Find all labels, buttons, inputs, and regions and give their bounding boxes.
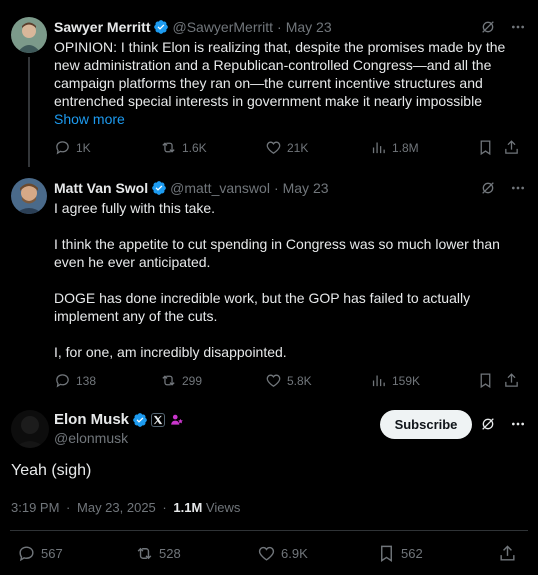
subscribe-button[interactable]: Subscribe bbox=[380, 410, 472, 439]
tweet-full-date[interactable]: May 23, 2025 bbox=[77, 500, 156, 515]
share-button[interactable] bbox=[498, 544, 517, 563]
author-handle[interactable]: @matt_vanswol bbox=[170, 180, 270, 196]
bookmark-icon bbox=[480, 140, 491, 156]
author-name[interactable]: Sawyer Merritt bbox=[54, 19, 150, 35]
tweet-line: OPINION: I think Elon is realizing that,… bbox=[54, 39, 506, 55]
tweet-line: implement any of the cuts. bbox=[54, 308, 218, 324]
repost-count: 299 bbox=[182, 373, 203, 388]
views-label: Views bbox=[205, 500, 241, 515]
repost-button[interactable]: 1.6K bbox=[160, 139, 207, 156]
bookmark-button[interactable]: 562 bbox=[377, 544, 423, 563]
verified-badge-icon bbox=[153, 19, 169, 35]
tweet-line: even he ever anticipated. bbox=[54, 254, 211, 270]
views-button[interactable]: 1.8M bbox=[370, 139, 419, 156]
like-count: 5.8K bbox=[287, 373, 312, 388]
reply-icon bbox=[19, 546, 34, 562]
tweet-line: campaign platforms they ran on—the curre… bbox=[54, 75, 483, 91]
tweet-paragraph: I, for one, am incredibly disappointed. bbox=[54, 344, 287, 360]
separator: · bbox=[273, 180, 279, 196]
reply-button[interactable]: 1K bbox=[54, 139, 91, 156]
views-icon bbox=[372, 375, 385, 387]
views-icon bbox=[372, 142, 385, 154]
bookmark-count: 562 bbox=[401, 546, 423, 561]
repost-icon bbox=[137, 547, 152, 560]
divider bbox=[10, 530, 528, 531]
separator: · bbox=[66, 500, 71, 515]
tweet-matt-van-swol[interactable]: Matt Van Swol @matt_vanswol · May 23 I a… bbox=[0, 170, 538, 400]
grok-icon[interactable] bbox=[480, 416, 496, 437]
verified-badge-icon bbox=[132, 412, 148, 428]
reply-button[interactable]: 138 bbox=[54, 372, 96, 389]
view-count: 1.8M bbox=[392, 140, 419, 155]
reply-icon bbox=[56, 141, 69, 155]
views-count: 1.1M bbox=[173, 500, 203, 515]
thread-connector bbox=[28, 57, 30, 167]
avatar[interactable] bbox=[11, 178, 47, 214]
tweet-time[interactable]: 3:19 PM bbox=[11, 500, 59, 515]
author-handle[interactable]: @SawyerMerritt bbox=[172, 19, 273, 35]
tweet-paragraph: I agree fully with this take. bbox=[54, 200, 216, 216]
share-button[interactable] bbox=[503, 139, 520, 156]
share-icon bbox=[505, 373, 518, 387]
author-handle[interactable]: @elonmusk bbox=[54, 430, 128, 446]
grok-icon[interactable] bbox=[480, 180, 496, 201]
tweet-text: I agree fully with this take. I think th… bbox=[54, 199, 532, 361]
x-affiliate-badge-icon[interactable] bbox=[151, 412, 166, 427]
tweet-date[interactable]: May 23 bbox=[283, 180, 329, 196]
author-name[interactable]: Matt Van Swol bbox=[54, 180, 148, 196]
repost-count: 1.6K bbox=[182, 140, 207, 155]
heart-icon bbox=[266, 141, 281, 154]
repost-button[interactable]: 528 bbox=[135, 544, 181, 563]
tweet-line: entrenched special interests in governme… bbox=[54, 93, 482, 109]
repost-count: 528 bbox=[159, 546, 181, 561]
bookmark-icon bbox=[480, 373, 491, 389]
tweet-line: new administration and a Republican-cont… bbox=[54, 57, 492, 73]
more-options-icon[interactable] bbox=[510, 19, 526, 40]
tweet-line: I think the appetite to cut spending in … bbox=[54, 236, 500, 252]
tweet-text: OPINION: I think Elon is realizing that,… bbox=[54, 38, 532, 128]
bookmark-button[interactable] bbox=[477, 139, 494, 156]
like-count: 21K bbox=[287, 140, 309, 155]
tweet-metadata: 3:19 PM · May 23, 2025 · 1.1M Views bbox=[11, 500, 240, 515]
repost-icon bbox=[162, 142, 175, 153]
tweet-line: DOGE has done incredible work, but the G… bbox=[54, 290, 471, 306]
like-button[interactable]: 6.9K bbox=[257, 544, 308, 563]
more-options-icon[interactable] bbox=[510, 180, 526, 201]
avatar[interactable] bbox=[11, 17, 47, 53]
repost-icon bbox=[162, 375, 175, 386]
like-button[interactable]: 5.8K bbox=[265, 372, 312, 389]
tweet-date[interactable]: May 23 bbox=[286, 19, 332, 35]
reply-count: 138 bbox=[76, 373, 97, 388]
heart-icon bbox=[258, 546, 275, 561]
views-button[interactable]: 159K bbox=[370, 372, 420, 389]
author-name[interactable]: Elon Musk bbox=[54, 411, 129, 428]
separator: · bbox=[162, 500, 167, 515]
bookmark-icon bbox=[381, 545, 392, 562]
share-button[interactable] bbox=[503, 372, 520, 389]
bookmark-button[interactable] bbox=[477, 372, 494, 389]
view-count: 159K bbox=[392, 373, 421, 388]
tweet-sawyer-merritt[interactable]: Sawyer Merritt @SawyerMerritt · May 23 O… bbox=[0, 0, 538, 170]
share-icon bbox=[505, 140, 518, 154]
share-icon bbox=[500, 545, 515, 561]
avatar[interactable] bbox=[11, 410, 49, 448]
reply-count: 567 bbox=[41, 546, 63, 561]
heart-icon bbox=[266, 374, 281, 387]
like-count: 6.9K bbox=[281, 546, 308, 561]
grok-icon[interactable] bbox=[480, 19, 496, 40]
show-more-link[interactable]: Show more bbox=[54, 110, 532, 128]
reply-icon bbox=[56, 374, 69, 388]
like-button[interactable]: 21K bbox=[265, 139, 308, 156]
repost-button[interactable]: 299 bbox=[160, 372, 202, 389]
government-badge-icon[interactable] bbox=[169, 412, 185, 428]
separator: · bbox=[277, 19, 282, 35]
reply-count: 1K bbox=[76, 140, 91, 155]
main-tweet-text: Yeah (sigh) bbox=[11, 462, 92, 479]
verified-badge-icon bbox=[151, 180, 167, 196]
reply-button[interactable]: 567 bbox=[17, 544, 63, 563]
more-options-icon[interactable] bbox=[510, 416, 526, 437]
